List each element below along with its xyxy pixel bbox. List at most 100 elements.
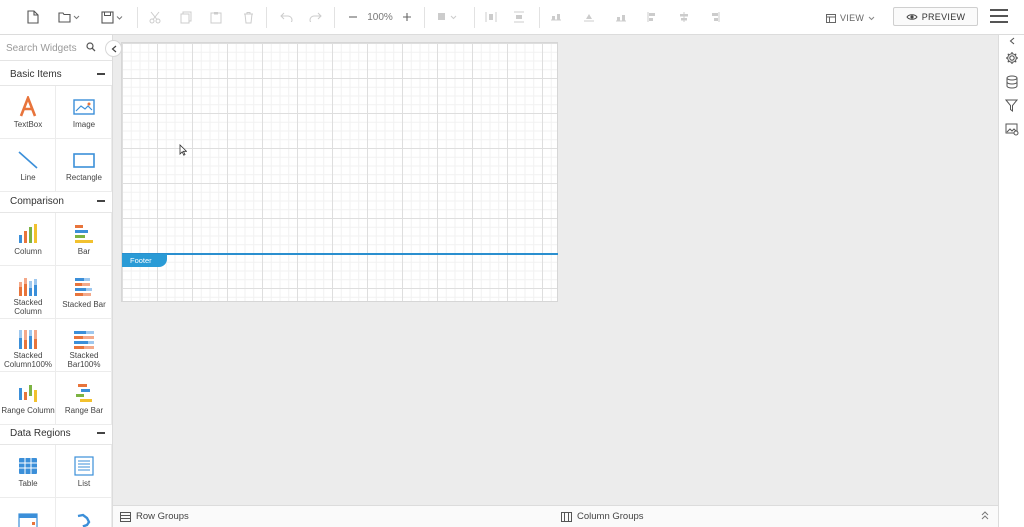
zoom-in-icon[interactable]: [400, 6, 414, 28]
preview-label: PREVIEW: [921, 11, 966, 22]
undo-icon[interactable]: [279, 6, 293, 28]
row-groups-icon: [120, 511, 131, 522]
mouse-cursor-icon: [179, 144, 187, 156]
widget-column[interactable]: Column: [0, 213, 56, 266]
chevron-down-icon: [868, 16, 875, 20]
widget-stacked-bar100[interactable]: Stacked Bar100%: [56, 319, 112, 372]
widget-range-bar[interactable]: Range Bar: [56, 372, 112, 425]
column-groups-icon: [561, 511, 572, 522]
stacked-bar100-icon: [74, 331, 94, 349]
view-label: VIEW: [840, 13, 865, 23]
toolbar: 100% VIEW PREVIEW: [0, 0, 1024, 35]
zoom-out-icon[interactable]: [346, 6, 360, 28]
stacked-bar-icon: [75, 278, 92, 296]
collapse-minus-icon[interactable]: [97, 73, 105, 75]
line-icon: [18, 151, 38, 169]
bar-chart-icon: [75, 225, 93, 243]
widget-label: Range Bar: [64, 406, 104, 415]
align-right-icon[interactable]: [708, 6, 722, 28]
row-groups-button[interactable]: Row Groups: [120, 511, 189, 522]
footer-tag[interactable]: Footer: [122, 254, 167, 267]
widget-label: Image: [72, 120, 96, 129]
category-comparison[interactable]: Comparison: [0, 189, 112, 213]
gear-icon: [1005, 52, 1018, 64]
list-icon: [74, 456, 94, 476]
widget-range-column[interactable]: Range Column: [0, 372, 56, 425]
save-icon[interactable]: [100, 6, 124, 28]
distribute-vertical-icon[interactable]: [512, 6, 526, 28]
column-groups-button[interactable]: Column Groups: [561, 511, 644, 522]
widget-search[interactable]: Search Widgets: [0, 35, 112, 61]
align-middle-icon[interactable]: [582, 6, 596, 28]
filter-icon: [1005, 99, 1018, 112]
open-folder-icon[interactable]: [57, 6, 81, 28]
widget-stacked-column[interactable]: Stacked Column: [0, 266, 56, 319]
column-groups-label: Column Groups: [577, 511, 644, 522]
category-data-regions[interactable]: Data Regions: [0, 421, 112, 445]
redo-icon[interactable]: [308, 6, 322, 28]
widget-textbox[interactable]: TextBox: [0, 86, 56, 139]
paste-icon[interactable]: [209, 6, 223, 28]
row-groups-label: Row Groups: [136, 511, 189, 522]
range-bar-icon: [76, 384, 92, 402]
hamburger-menu-icon[interactable]: [990, 9, 1008, 25]
footer-divider[interactable]: [122, 253, 558, 255]
widget-bar[interactable]: Bar: [56, 213, 112, 266]
rectangle-icon: [73, 153, 95, 168]
widget-image[interactable]: Image: [56, 86, 112, 139]
widget-label: TextBox: [13, 120, 43, 129]
filter-tab[interactable]: [999, 99, 1024, 112]
image-manager-tab[interactable]: [999, 123, 1024, 136]
widget-stacked-column100[interactable]: Stacked Column100%: [0, 319, 56, 372]
preview-button[interactable]: PREVIEW: [893, 7, 978, 26]
widget-matrix[interactable]: [0, 498, 56, 527]
collapse-minus-icon[interactable]: [97, 200, 105, 202]
widget-label: Range Column: [1, 406, 55, 415]
widget-list[interactable]: List: [56, 445, 112, 498]
category-label: Data Regions: [10, 428, 71, 439]
new-file-icon[interactable]: [25, 6, 41, 28]
data-tab[interactable]: [999, 75, 1024, 89]
delete-icon[interactable]: [241, 6, 255, 28]
category-basic-items[interactable]: Basic Items: [0, 62, 112, 86]
align-center-icon[interactable]: [677, 6, 691, 28]
collapse-minus-icon[interactable]: [97, 432, 105, 434]
properties-panel: [998, 35, 1024, 527]
expand-panel-button[interactable]: [999, 37, 1024, 45]
widget-label: Column: [14, 247, 42, 256]
widget-map[interactable]: [56, 498, 112, 527]
zoom-level[interactable]: 100%: [365, 6, 395, 28]
search-icon[interactable]: [86, 42, 96, 52]
report-design-surface[interactable]: Footer: [121, 42, 558, 302]
properties-tab[interactable]: [999, 51, 1024, 65]
stacked-column-icon: [19, 278, 37, 296]
table-icon: [19, 458, 37, 474]
widget-line[interactable]: Line: [0, 139, 56, 192]
range-column-icon: [19, 385, 37, 402]
widget-label: Stacked Column100%: [3, 351, 53, 369]
zoom-value: 100%: [367, 11, 393, 23]
collapse-panel-button[interactable]: [105, 40, 122, 57]
align-bottom-icon[interactable]: [614, 6, 628, 28]
search-input[interactable]: Search Widgets: [6, 43, 77, 54]
category-label: Basic Items: [10, 69, 62, 80]
cut-icon[interactable]: [148, 6, 162, 28]
widget-stacked-bar[interactable]: Stacked Bar: [56, 266, 112, 319]
eye-icon: [906, 13, 918, 20]
grouping-bar: Row Groups Column Groups: [113, 505, 998, 527]
image-settings-icon: [1005, 123, 1018, 136]
double-chevron-up-icon[interactable]: [981, 511, 989, 520]
copy-icon[interactable]: [179, 6, 193, 28]
distribute-horizontal-icon[interactable]: [484, 6, 498, 28]
align-top-icon[interactable]: [549, 6, 563, 28]
widget-table[interactable]: Table: [0, 445, 56, 498]
widget-rectangle[interactable]: Rectangle: [56, 139, 112, 192]
align-left-icon[interactable]: [645, 6, 659, 28]
widget-label: Rectangle: [65, 173, 103, 182]
order-icon[interactable]: [436, 6, 462, 28]
widget-label: Stacked Bar100%: [67, 351, 101, 369]
view-button[interactable]: VIEW: [826, 9, 875, 27]
map-icon: [77, 513, 91, 527]
chevron-left-icon: [111, 45, 116, 52]
matrix-icon: [18, 513, 38, 527]
